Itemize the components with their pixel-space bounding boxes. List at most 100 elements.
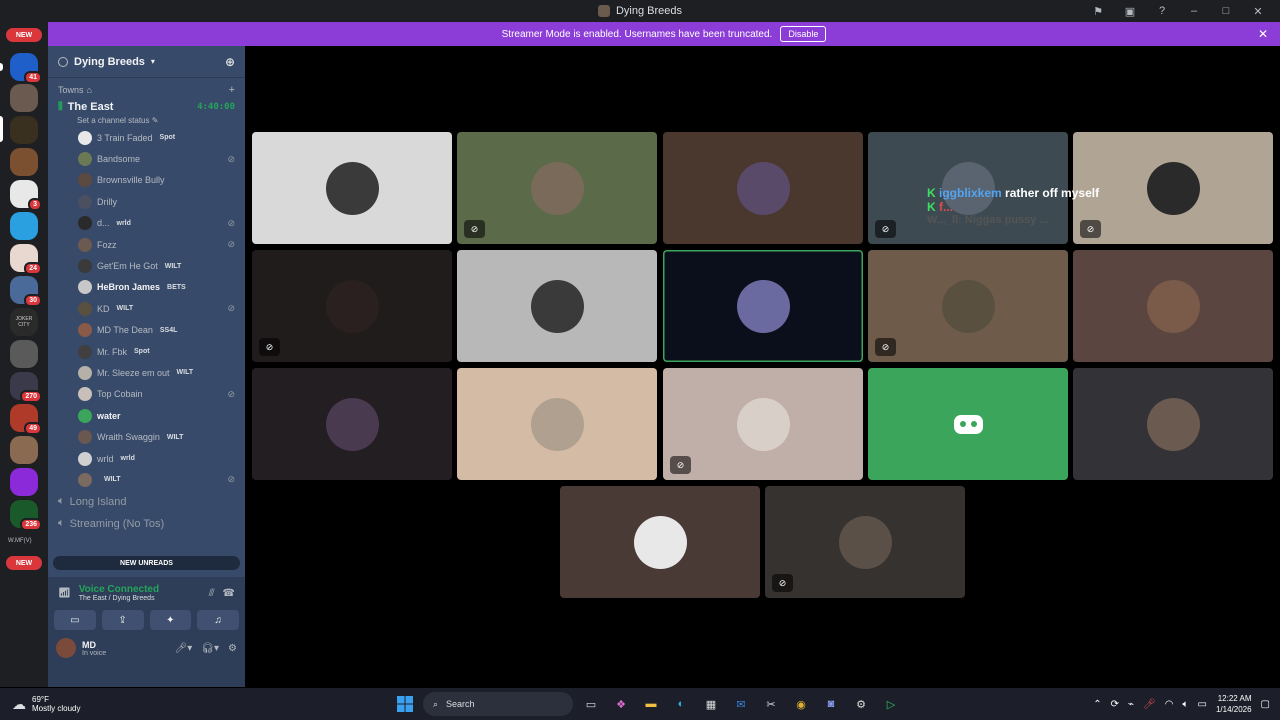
wmfv-folder-label[interactable]: W.MF(V) bbox=[8, 538, 32, 544]
volume-icon[interactable]: 🔈︎ bbox=[1183, 699, 1189, 710]
share-screen-button[interactable]: ⇪ bbox=[101, 610, 144, 630]
voice-member[interactable]: Fozz ⊘ bbox=[48, 234, 245, 255]
voice-member[interactable]: Brownsville Bully bbox=[48, 170, 245, 191]
voice-member[interactable]: WILT ⊘ bbox=[48, 469, 245, 490]
server-icon[interactable] bbox=[10, 340, 38, 368]
soundboard-button[interactable]: ♫ bbox=[197, 610, 239, 630]
microphone-tray-icon[interactable]: 🎤︎ bbox=[1143, 699, 1156, 710]
voice-member[interactable]: KD WILT ⊘ bbox=[48, 298, 245, 319]
new-pill-bottom[interactable]: NEW bbox=[6, 556, 42, 570]
voice-member[interactable]: MD The Dean SS4L bbox=[48, 320, 245, 341]
participant-tile[interactable] bbox=[457, 368, 657, 480]
minimize-button[interactable]: – bbox=[1178, 0, 1210, 22]
voice-connected-status[interactable]: Voice Connected bbox=[79, 584, 159, 595]
invite-people-icon[interactable]: ⊕ bbox=[225, 55, 235, 69]
voice-location[interactable]: The East / Dying Breeds bbox=[79, 595, 159, 602]
server-icon[interactable] bbox=[10, 212, 38, 240]
server-icon[interactable]: 30 bbox=[10, 276, 42, 307]
taskbar-search[interactable]: ⌕ Search bbox=[423, 692, 573, 716]
server-icon[interactable]: 236 bbox=[10, 500, 42, 531]
weather-widget[interactable]: ☁ 69°F Mostly cloudy bbox=[0, 695, 80, 713]
screen-share-icon[interactable]: ▣ bbox=[1114, 0, 1146, 22]
mail-icon[interactable]: ✉ bbox=[729, 692, 753, 716]
voice-member[interactable]: wrld wrld bbox=[48, 448, 245, 469]
avatar[interactable] bbox=[56, 638, 76, 658]
camera-off-button[interactable]: ▭ bbox=[54, 610, 96, 630]
participant-tile[interactable]: ⊘ bbox=[868, 250, 1068, 362]
voice-member[interactable]: 3 Train Faded Spot bbox=[48, 127, 245, 148]
disconnect-icon[interactable]: ☎ bbox=[223, 588, 235, 599]
disable-streamer-mode-button[interactable]: Disable bbox=[780, 26, 827, 42]
noise-suppression-icon[interactable]: ⫻ bbox=[209, 588, 215, 599]
wifi-icon[interactable]: ◠ bbox=[1165, 699, 1174, 710]
voice-member[interactable]: Drilly bbox=[48, 191, 245, 212]
category-towns[interactable]: Towns ⌂ + bbox=[48, 82, 245, 98]
battery-icon[interactable]: ▭ bbox=[1198, 699, 1207, 710]
new-unreads-pill[interactable]: NEW UNREADS bbox=[53, 556, 240, 570]
voice-channel-streaming[interactable]: 🔈︎ Streaming (No Tos) bbox=[48, 513, 245, 535]
participant-tile[interactable]: ⊘ bbox=[1073, 132, 1273, 244]
participant-tile[interactable] bbox=[252, 368, 452, 480]
network-icon[interactable]: ⌁ bbox=[1128, 699, 1134, 710]
server-icon[interactable] bbox=[10, 468, 38, 496]
flag-icon[interactable]: ⚑ bbox=[1082, 0, 1114, 22]
chrome-icon[interactable]: ◉ bbox=[789, 692, 813, 716]
server-icon[interactable]: 41 bbox=[10, 53, 42, 84]
voice-member[interactable]: Top Cobain ⊘ bbox=[48, 384, 245, 405]
participant-tile[interactable] bbox=[868, 368, 1068, 480]
server-icon[interactable]: 49 bbox=[10, 404, 42, 435]
participant-tile[interactable] bbox=[457, 250, 657, 362]
participant-tile[interactable]: ⊘ bbox=[663, 368, 863, 480]
terminal-icon[interactable]: ▷ bbox=[879, 692, 903, 716]
voice-channel-the-east[interactable]: ⫴ The East 4:40:00 bbox=[48, 98, 245, 116]
discord-icon[interactable]: ◙ bbox=[819, 692, 843, 716]
participant-tile[interactable] bbox=[560, 486, 760, 598]
voice-member[interactable]: HeBron James BETS bbox=[48, 277, 245, 298]
voice-member[interactable]: d... wrld ⊘ bbox=[48, 213, 245, 234]
new-pill-top[interactable]: NEW bbox=[6, 28, 42, 42]
server-icon[interactable] bbox=[10, 436, 38, 464]
task-view-icon[interactable]: ▭ bbox=[579, 692, 603, 716]
participant-tile[interactable] bbox=[663, 250, 863, 362]
server-icon[interactable] bbox=[10, 84, 38, 112]
maximize-button[interactable]: □ bbox=[1210, 0, 1242, 22]
participant-tile[interactable] bbox=[663, 132, 863, 244]
snipping-tool-icon[interactable]: ✂ bbox=[759, 692, 783, 716]
voice-member[interactable]: Mr. Sleeze em out WILT bbox=[48, 362, 245, 383]
server-icon[interactable]: 270 bbox=[10, 372, 42, 403]
server-icon[interactable]: 24 bbox=[10, 244, 42, 275]
add-channel-icon[interactable]: + bbox=[229, 84, 235, 96]
clock[interactable]: 12:22 AM 1/14/2026 bbox=[1216, 693, 1252, 715]
windows-start-icon[interactable] bbox=[393, 692, 417, 716]
participant-tile[interactable] bbox=[1073, 368, 1273, 480]
server-icon[interactable] bbox=[10, 148, 38, 176]
microphone-icon[interactable]: 🎤︎▾ bbox=[175, 643, 193, 654]
voice-member[interactable]: Bandsome ⊘ bbox=[48, 148, 245, 169]
voice-member[interactable]: water bbox=[48, 405, 245, 426]
file-explorer-icon[interactable]: ▬ bbox=[639, 692, 663, 716]
set-channel-status[interactable]: Set a channel status ✎ bbox=[48, 116, 245, 127]
headphones-icon[interactable]: 🎧︎▾ bbox=[201, 643, 219, 654]
participant-tile[interactable] bbox=[1073, 250, 1273, 362]
gear-icon[interactable]: ⚙ bbox=[228, 643, 237, 654]
participant-tile[interactable]: ⊘ bbox=[252, 250, 452, 362]
username[interactable]: MD bbox=[82, 640, 106, 650]
voice-member[interactable]: Get'Em He Got WILT bbox=[48, 255, 245, 276]
guild-header[interactable]: Dying Breeds ▾ ⊕ bbox=[48, 46, 245, 78]
participant-tile[interactable] bbox=[252, 132, 452, 244]
store-icon[interactable]: ▦ bbox=[699, 692, 723, 716]
participant-tile[interactable]: ⊘ bbox=[765, 486, 965, 598]
server-icon[interactable]: 3 bbox=[10, 180, 42, 211]
help-icon[interactable]: ? bbox=[1146, 0, 1178, 22]
edge-icon[interactable]: ◐ bbox=[669, 692, 693, 716]
participant-tile[interactable]: ⊘ bbox=[457, 132, 657, 244]
close-banner-icon[interactable]: ✕ bbox=[1258, 27, 1268, 41]
server-icon-active[interactable] bbox=[10, 116, 38, 144]
chevron-up-icon[interactable]: ⌃ bbox=[1093, 699, 1101, 710]
notification-icon[interactable]: ▢ bbox=[1261, 699, 1270, 710]
activities-button[interactable]: ✦ bbox=[149, 610, 192, 630]
close-window-button[interactable]: ✕ bbox=[1242, 0, 1274, 22]
sync-icon[interactable]: ⟳ bbox=[1111, 699, 1119, 710]
copilot-icon[interactable]: ❖ bbox=[609, 692, 633, 716]
voice-member[interactable]: Wraith Swaggin WILT bbox=[48, 426, 245, 447]
